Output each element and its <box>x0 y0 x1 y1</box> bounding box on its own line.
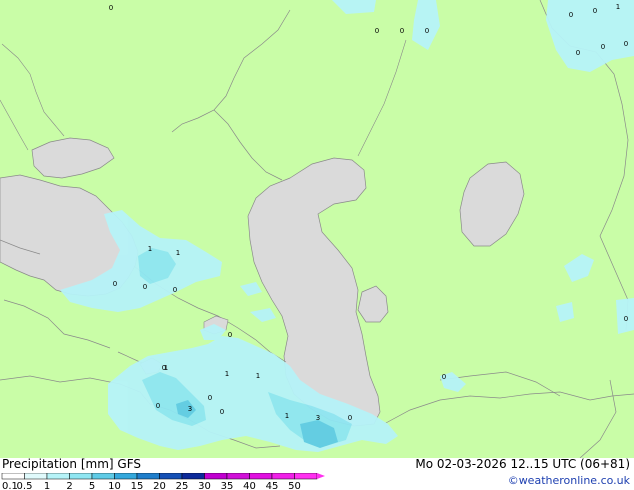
precip-value-label: 0 <box>400 27 404 35</box>
scale-label: 0.5 <box>17 481 33 490</box>
precip-value-label: 0 <box>375 27 379 35</box>
scale-label: 35 <box>221 481 234 490</box>
weather-map-page: 00000001001110000101000301300 Precipitat… <box>0 0 634 490</box>
precip-value-label: 0 <box>143 283 147 291</box>
precip-value-label: 0 <box>576 49 580 57</box>
scale-label: 2 <box>66 481 72 490</box>
precip-value-label: 3 <box>188 405 192 413</box>
scale-label: 5 <box>89 481 95 490</box>
scale-swatch <box>46 473 70 480</box>
precip-value-label: 1 <box>256 372 260 380</box>
precip-value-label: 1 <box>176 249 180 257</box>
scale-swatch <box>204 473 228 480</box>
scale-label: 1 <box>44 481 50 490</box>
precip-value-label: 0 <box>113 280 117 288</box>
precip-value-label: 0 <box>208 394 212 402</box>
scale-swatch <box>271 473 295 480</box>
scale-label: 30 <box>198 481 211 490</box>
precip-value-label: 0 <box>593 7 597 15</box>
scale-swatch <box>181 473 205 480</box>
scale-swatch <box>159 473 183 480</box>
scale-swatch <box>294 473 318 480</box>
precip-value-label: 0 <box>173 286 177 294</box>
precip-value-label: 0 <box>425 27 429 35</box>
precip-value-label: 0 <box>624 40 628 48</box>
scale-label: 10 <box>108 481 121 490</box>
precip-value-label: 0 <box>156 402 160 410</box>
precip-color-scale: 0.10.5 1 2 5 10 15 20 25 30 35 40 45 50 <box>1 473 325 490</box>
title-precipitation: Precipitation [mm] <box>2 457 114 471</box>
scale-swatch <box>24 473 48 480</box>
scale-swatch <box>69 473 93 480</box>
scale-label: 50 <box>288 481 301 490</box>
scale-label: 40 <box>243 481 256 490</box>
scale-swatch <box>91 473 115 480</box>
scale-swatch <box>136 473 160 480</box>
precip-value-label: 0 <box>601 43 605 51</box>
precip-value-label: 0 <box>569 11 573 19</box>
precip-value-label: 0 <box>162 364 166 372</box>
precip-value-label: 1 <box>285 412 289 420</box>
scale-swatch <box>249 473 273 480</box>
precip-value-label: 1 <box>148 245 152 253</box>
scale-label: 0.1 <box>2 481 18 490</box>
precip-value-label: 3 <box>316 414 320 422</box>
precip-value-label: 0 <box>442 373 446 381</box>
precipitation-map: 00 0 00 0010 01 110 0 00101000301 3 00 <box>0 0 634 458</box>
scale-label: 20 <box>153 481 166 490</box>
title-model: GFS <box>117 457 141 471</box>
precip-value-label: 0 <box>348 414 352 422</box>
scale-label: 15 <box>131 481 144 490</box>
precip-value-label: 0 <box>109 4 113 12</box>
map-footer: Precipitation [mm] GFS Mo 02-03-2026 12.… <box>0 457 634 490</box>
precip-value-label: 0 <box>220 408 224 416</box>
forecast-timestamp: Mo 02-03-2026 12..15 UTC (06+81) <box>415 457 630 471</box>
map-title: Precipitation [mm] GFS <box>2 457 141 471</box>
scale-label: 45 <box>266 481 279 490</box>
scale-swatch <box>114 473 138 480</box>
precip-value-label: 1 <box>616 3 620 11</box>
precip-value-label: 0 <box>624 315 628 323</box>
scale-swatch <box>226 473 250 480</box>
precip-value-label: 1 <box>225 370 229 378</box>
credit-link[interactable]: ©weatheronline.co.uk <box>508 474 630 487</box>
scale-label: 25 <box>176 481 189 490</box>
scale-swatch <box>1 473 25 480</box>
precip-value-label: 0 <box>228 331 232 339</box>
scale-arrow <box>317 473 325 479</box>
